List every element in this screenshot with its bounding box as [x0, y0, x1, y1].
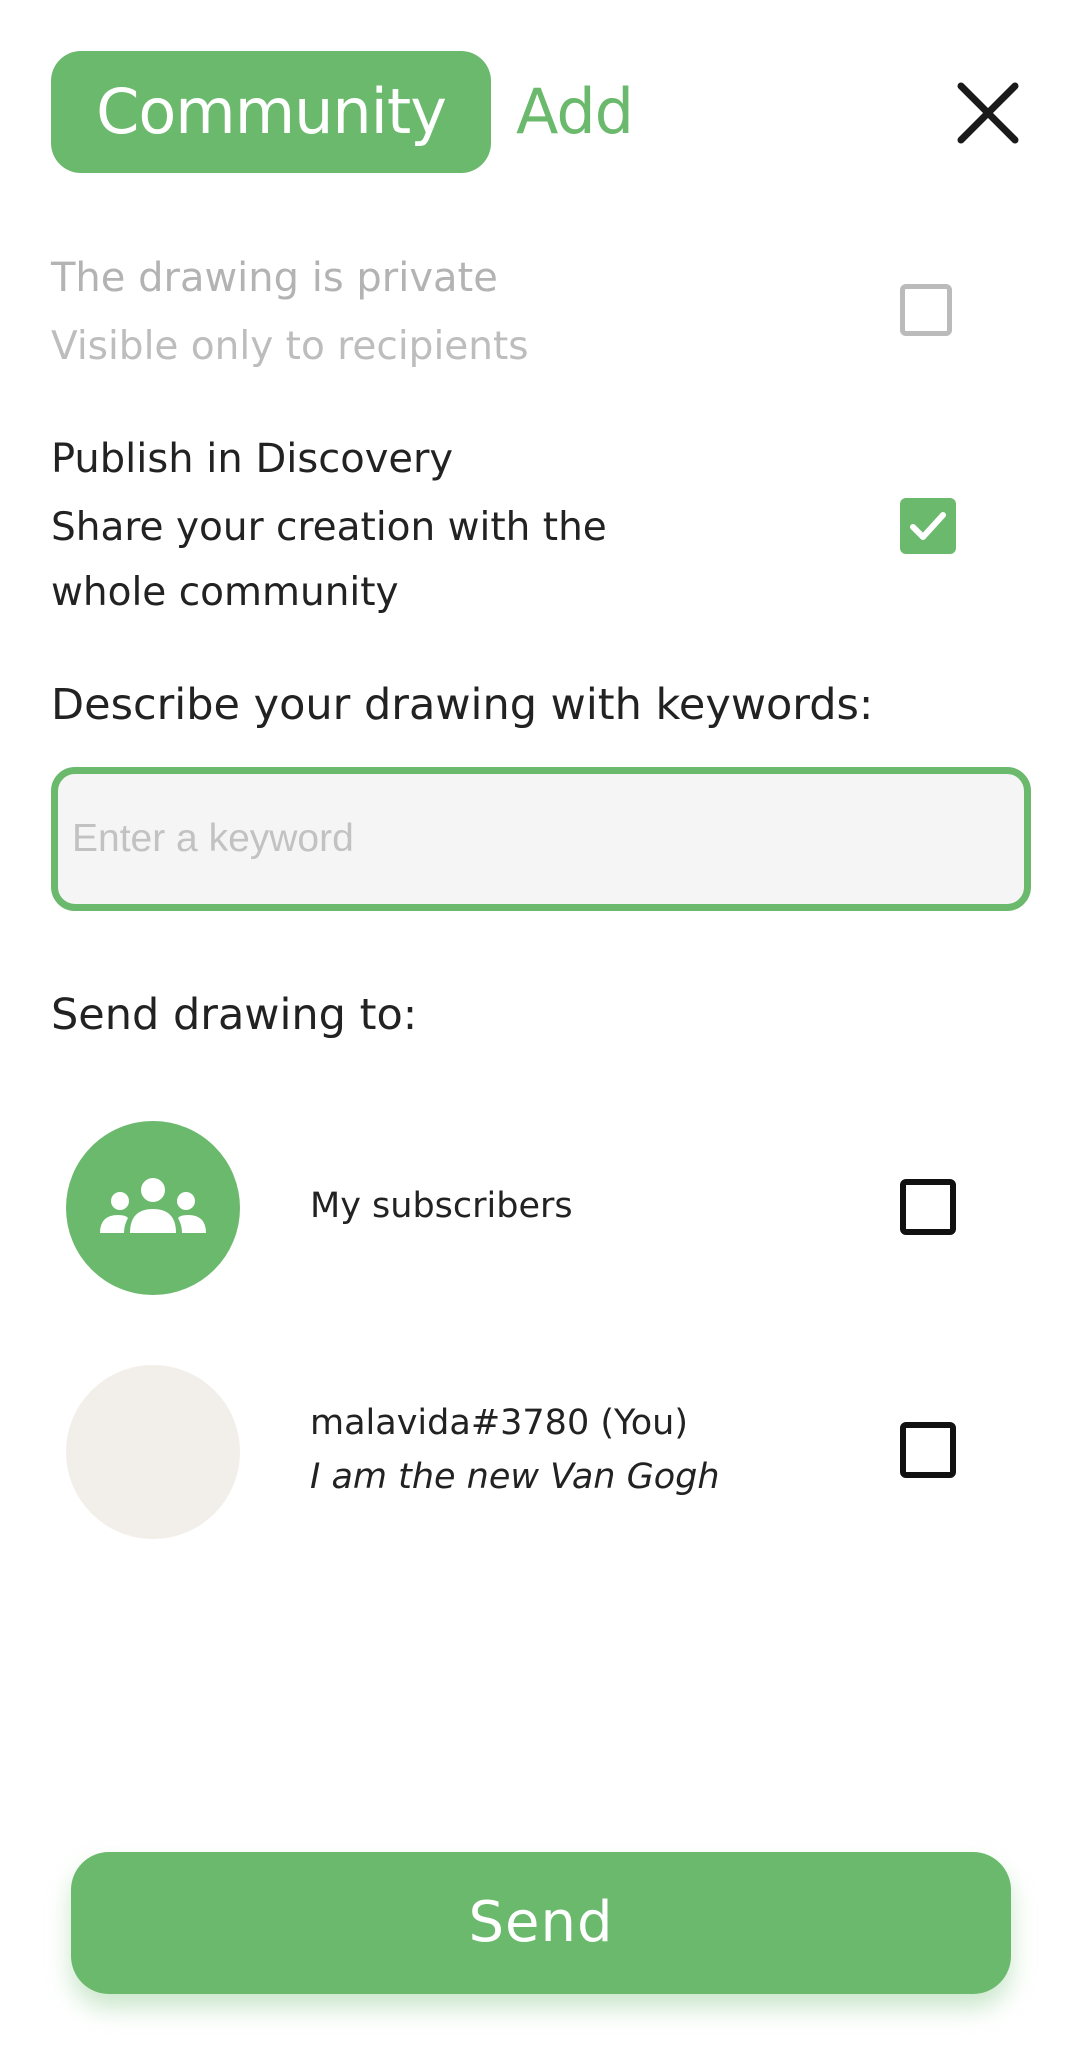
keywords-label: Describe your drawing with keywords:	[51, 680, 874, 730]
private-option-subtitle: Visible only to recipients	[51, 324, 529, 369]
publish-option-subtitle: Share your creation with the whole commu…	[51, 505, 607, 615]
subscribers-checkbox[interactable]	[900, 1179, 956, 1235]
close-icon	[957, 82, 1019, 144]
tab-community[interactable]: Community	[51, 51, 491, 173]
user-avatar	[66, 1365, 240, 1539]
recipient-name: malavida#3780 (You)	[310, 1403, 688, 1443]
group-icon	[100, 1178, 206, 1233]
recipient-name: My subscribers	[310, 1186, 573, 1226]
keyword-input-container	[51, 767, 1031, 911]
private-option-title: The drawing is private	[51, 255, 498, 301]
send-button[interactable]: Send	[71, 1852, 1011, 1994]
subscribers-avatar	[66, 1121, 240, 1295]
keyword-input[interactable]	[58, 774, 1024, 904]
close-button[interactable]	[955, 80, 1021, 146]
checkmark-icon	[910, 512, 946, 540]
recipient-status: I am the new Van Gogh	[310, 1457, 720, 1497]
user-checkbox[interactable]	[900, 1422, 956, 1478]
tab-add[interactable]: Add	[516, 51, 634, 173]
publish-option-title: Publish in Discovery	[51, 436, 454, 482]
publish-checkbox[interactable]	[900, 498, 956, 554]
private-checkbox[interactable]	[900, 284, 952, 336]
send-to-label: Send drawing to:	[51, 990, 418, 1040]
